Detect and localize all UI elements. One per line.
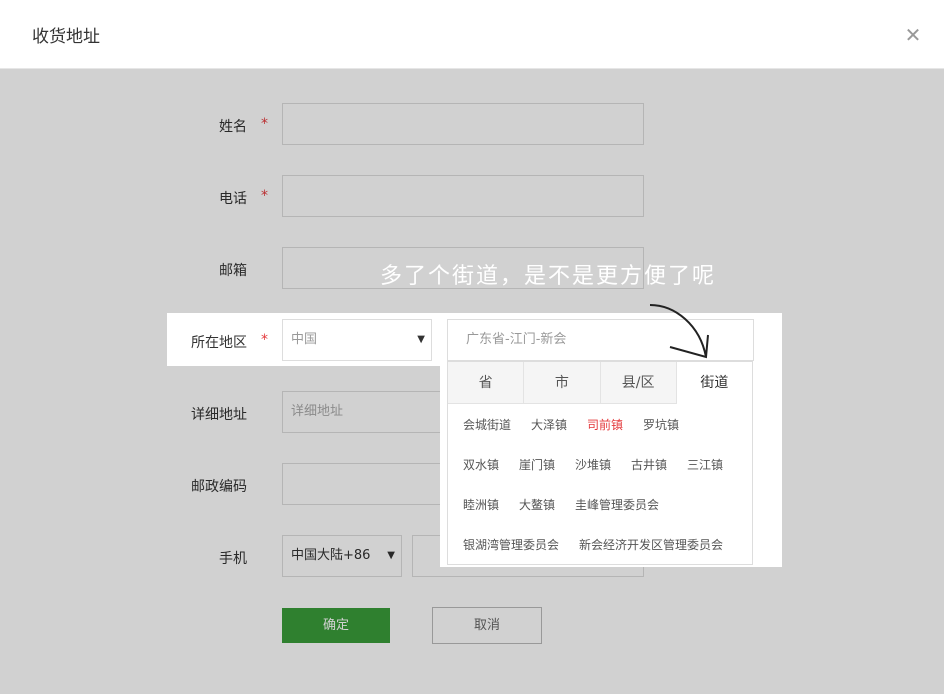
- tab-city[interactable]: 市: [524, 362, 601, 404]
- required-mark: *: [261, 188, 268, 204]
- town-option[interactable]: 银湖湾管理委员会: [463, 536, 559, 553]
- town-option[interactable]: 新会经济开发区管理委员会: [579, 536, 723, 553]
- region-picker: 省 市 县/区 街道 会城街道 大泽镇 司前镇 罗坑镇 双水镇 崖门镇 沙堆镇 …: [447, 361, 753, 565]
- dialog-header: 收货地址 ✕: [0, 0, 944, 69]
- cancel-button[interactable]: 取消: [432, 607, 542, 644]
- annotation-text: 多了个街道，是不是更方便了呢: [380, 264, 717, 289]
- mobile-region-select[interactable]: 中国大陆+86 ▼: [282, 535, 402, 577]
- phone-label: 电话: [219, 191, 247, 207]
- phone-input[interactable]: [282, 175, 644, 217]
- name-input[interactable]: [282, 103, 644, 145]
- town-option[interactable]: 罗坑镇: [643, 416, 679, 433]
- close-icon[interactable]: ✕: [904, 25, 922, 45]
- annotation-arrow-icon: [649, 304, 709, 359]
- dialog-title: 收货地址: [32, 27, 100, 47]
- region-value: 广东省-江门-新会: [466, 332, 567, 347]
- country-select[interactable]: 中国 ▼: [282, 319, 432, 361]
- chevron-down-icon: ▼: [417, 334, 425, 345]
- region-label: 所在地区: [191, 335, 247, 351]
- town-option[interactable]: 双水镇: [463, 456, 499, 473]
- town-option[interactable]: 古井镇: [631, 456, 667, 473]
- town-option[interactable]: 睦洲镇: [463, 496, 499, 513]
- required-mark: *: [261, 116, 268, 132]
- town-option[interactable]: 崖门镇: [519, 456, 555, 473]
- town-option[interactable]: 圭峰管理委员会: [575, 496, 659, 513]
- town-option[interactable]: 三江镇: [687, 456, 723, 473]
- town-option[interactable]: 会城街道: [463, 416, 511, 433]
- town-option-selected[interactable]: 司前镇: [587, 416, 623, 433]
- address-label: 详细地址: [191, 407, 247, 423]
- town-option[interactable]: 沙堆镇: [575, 456, 611, 473]
- country-value: 中国: [291, 332, 318, 347]
- required-mark: *: [261, 332, 268, 348]
- name-label: 姓名: [219, 119, 247, 135]
- email-label: 邮箱: [219, 263, 247, 279]
- chevron-down-icon: ▼: [387, 550, 395, 561]
- postcode-label: 邮政编码: [191, 479, 247, 495]
- ok-button[interactable]: 确定: [282, 608, 390, 643]
- town-option[interactable]: 大鳌镇: [519, 496, 555, 513]
- tab-province[interactable]: 省: [448, 362, 525, 404]
- address-placeholder: 详细地址: [291, 404, 344, 419]
- mobile-label: 手机: [219, 551, 247, 567]
- town-option[interactable]: 大泽镇: [531, 416, 567, 433]
- mobile-region-value: 中国大陆+86: [291, 548, 371, 563]
